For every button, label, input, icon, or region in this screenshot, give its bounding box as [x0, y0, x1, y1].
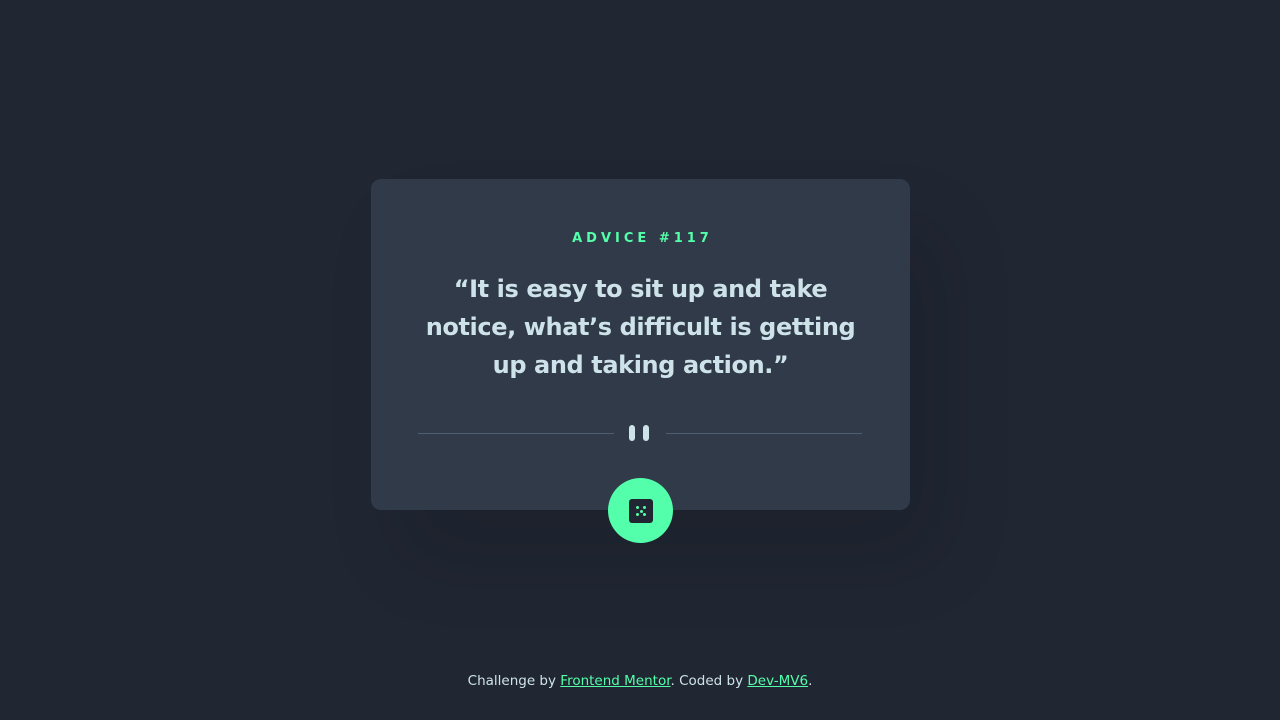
divider — [418, 424, 862, 442]
pause-bar-right — [643, 425, 649, 441]
advice-id: ADVICE #117 — [572, 231, 713, 246]
new-advice-button[interactable] — [608, 478, 673, 543]
footer-prefix: Challenge by — [467, 673, 561, 689]
attribution-footer: Challenge by Frontend Mentor. Coded by D… — [0, 671, 1280, 691]
frontend-mentor-link[interactable]: Frontend Mentor — [560, 673, 670, 689]
dice-dot — [643, 513, 646, 516]
pause-icon — [629, 425, 651, 441]
dice-dot — [643, 506, 646, 509]
divider-line-right — [666, 433, 862, 434]
author-link[interactable]: Dev-MV6 — [747, 673, 808, 689]
advice-quote: “It is easy to sit up and take notice, w… — [425, 275, 856, 379]
page: ADVICE #117 “It is easy to sit up and ta… — [0, 0, 1280, 720]
dice-icon — [629, 499, 653, 523]
footer-middle: . Coded by — [670, 673, 748, 689]
dice-dot — [636, 506, 639, 509]
dice-dot — [636, 513, 639, 516]
dice-dot — [639, 509, 643, 513]
footer-suffix: . — [808, 673, 813, 689]
advice-card: ADVICE #117 “It is easy to sit up and ta… — [371, 179, 910, 510]
pause-bar-left — [629, 425, 635, 441]
divider-line-left — [418, 433, 614, 434]
